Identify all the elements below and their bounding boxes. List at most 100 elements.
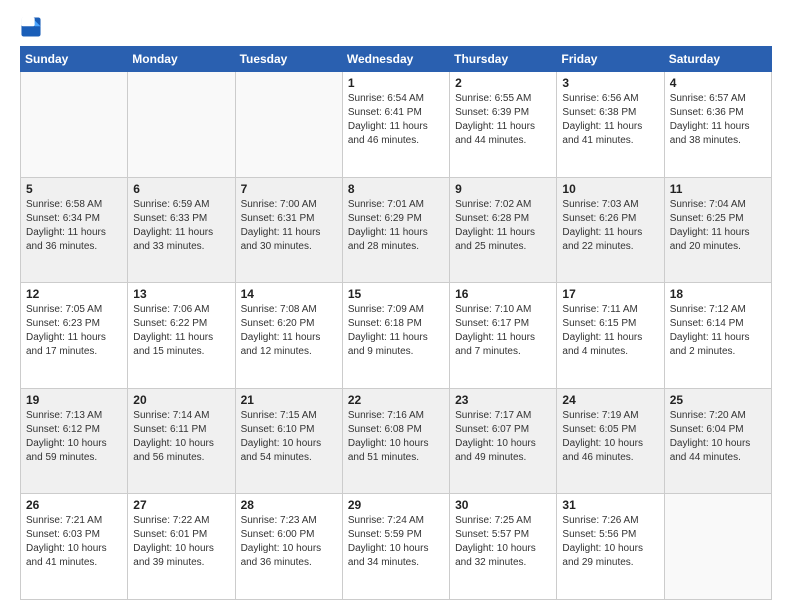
calendar-cell: 16 Sunrise: 7:10 AMSunset: 6:17 PMDayligh…	[450, 283, 557, 389]
calendar-week-row: 26 Sunrise: 7:21 AMSunset: 6:03 PMDayligh…	[21, 494, 772, 600]
day-info: Sunrise: 7:24 AMSunset: 5:59 PMDaylight:…	[348, 514, 444, 570]
calendar-cell: 19 Sunrise: 7:13 AMSunset: 6:12 PMDayligh…	[21, 388, 128, 494]
day-number: 19	[26, 393, 122, 407]
calendar-cell: 25 Sunrise: 7:20 AMSunset: 6:04 PMDayligh…	[664, 388, 771, 494]
day-number: 23	[455, 393, 551, 407]
day-info: Sunrise: 7:10 AMSunset: 6:17 PMDaylight:…	[455, 303, 551, 359]
header	[20, 16, 772, 38]
day-info: Sunrise: 7:00 AMSunset: 6:31 PMDaylight:…	[241, 198, 337, 254]
day-number: 24	[562, 393, 658, 407]
day-number: 4	[670, 76, 766, 90]
weekday-header-sunday: Sunday	[21, 47, 128, 72]
calendar-cell: 4 Sunrise: 6:57 AMSunset: 6:36 PMDaylight…	[664, 72, 771, 178]
calendar-week-row: 1 Sunrise: 6:54 AMSunset: 6:41 PMDaylight…	[21, 72, 772, 178]
day-number: 20	[133, 393, 229, 407]
day-number: 2	[455, 76, 551, 90]
calendar-cell: 26 Sunrise: 7:21 AMSunset: 6:03 PMDayligh…	[21, 494, 128, 600]
day-info: Sunrise: 7:04 AMSunset: 6:25 PMDaylight:…	[670, 198, 766, 254]
calendar-week-row: 5Sunrise: 6:58 AMSunset: 6:34 PMDaylight…	[21, 177, 772, 283]
weekday-header-thursday: Thursday	[450, 47, 557, 72]
day-number: 12	[26, 287, 122, 301]
day-info: Sunrise: 6:56 AMSunset: 6:38 PMDaylight:…	[562, 92, 658, 148]
calendar-cell: 27Sunrise: 7:22 AMSunset: 6:01 PMDayligh…	[128, 494, 235, 600]
calendar-cell: 21 Sunrise: 7:15 AMSunset: 6:10 PMDayligh…	[235, 388, 342, 494]
day-number: 8	[348, 182, 444, 196]
calendar-cell: 20 Sunrise: 7:14 AMSunset: 6:11 PMDayligh…	[128, 388, 235, 494]
day-info: Sunrise: 7:23 AMSunset: 6:00 PMDaylight:…	[241, 514, 337, 570]
weekday-header-monday: Monday	[128, 47, 235, 72]
calendar-cell: 23 Sunrise: 7:17 AMSunset: 6:07 PMDayligh…	[450, 388, 557, 494]
day-info: Sunrise: 6:58 AMSunset: 6:34 PMDaylight:…	[26, 198, 122, 254]
day-info: Sunrise: 7:26 AMSunset: 5:56 PMDaylight:…	[562, 514, 658, 570]
calendar-week-row: 19 Sunrise: 7:13 AMSunset: 6:12 PMDayligh…	[21, 388, 772, 494]
weekday-header-row: SundayMondayTuesdayWednesdayThursdayFrid…	[21, 47, 772, 72]
day-info: Sunrise: 7:20 AMSunset: 6:04 PMDaylight:…	[670, 409, 766, 465]
logo-icon	[20, 16, 42, 38]
day-info: Sunrise: 7:19 AMSunset: 6:05 PMDaylight:…	[562, 409, 658, 465]
day-info: Sunrise: 7:22 AMSunset: 6:01 PMDaylight:…	[133, 514, 229, 570]
calendar-cell: 18 Sunrise: 7:12 AMSunset: 6:14 PMDayligh…	[664, 283, 771, 389]
day-info: Sunrise: 7:02 AMSunset: 6:28 PMDaylight:…	[455, 198, 551, 254]
day-number: 18	[670, 287, 766, 301]
calendar-cell: 12Sunrise: 7:05 AMSunset: 6:23 PMDayligh…	[21, 283, 128, 389]
day-info: Sunrise: 7:17 AMSunset: 6:07 PMDaylight:…	[455, 409, 551, 465]
calendar-cell: 17 Sunrise: 7:11 AMSunset: 6:15 PMDayligh…	[557, 283, 664, 389]
calendar-cell: 30 Sunrise: 7:25 AMSunset: 5:57 PMDayligh…	[450, 494, 557, 600]
day-info: Sunrise: 6:54 AMSunset: 6:41 PMDaylight:…	[348, 92, 444, 148]
calendar-cell: 11 Sunrise: 7:04 AMSunset: 6:25 PMDayligh…	[664, 177, 771, 283]
calendar-cell: 13 Sunrise: 7:06 AMSunset: 6:22 PMDayligh…	[128, 283, 235, 389]
day-number: 25	[670, 393, 766, 407]
calendar-cell	[235, 72, 342, 178]
day-number: 16	[455, 287, 551, 301]
calendar-cell: 31 Sunrise: 7:26 AMSunset: 5:56 PMDayligh…	[557, 494, 664, 600]
day-info: Sunrise: 6:55 AMSunset: 6:39 PMDaylight:…	[455, 92, 551, 148]
weekday-header-friday: Friday	[557, 47, 664, 72]
calendar-cell: 29 Sunrise: 7:24 AMSunset: 5:59 PMDayligh…	[342, 494, 449, 600]
day-number: 15	[348, 287, 444, 301]
day-number: 1	[348, 76, 444, 90]
weekday-header-tuesday: Tuesday	[235, 47, 342, 72]
day-info: Sunrise: 6:57 AMSunset: 6:36 PMDaylight:…	[670, 92, 766, 148]
day-number: 21	[241, 393, 337, 407]
day-info: Sunrise: 6:59 AMSunset: 6:33 PMDaylight:…	[133, 198, 229, 254]
day-number: 30	[455, 498, 551, 512]
day-number: 28	[241, 498, 337, 512]
day-number: 14	[241, 287, 337, 301]
day-info: Sunrise: 7:06 AMSunset: 6:22 PMDaylight:…	[133, 303, 229, 359]
calendar-cell: 2 Sunrise: 6:55 AMSunset: 6:39 PMDaylight…	[450, 72, 557, 178]
calendar-cell: 24 Sunrise: 7:19 AMSunset: 6:05 PMDayligh…	[557, 388, 664, 494]
day-number: 10	[562, 182, 658, 196]
day-number: 22	[348, 393, 444, 407]
day-info: Sunrise: 7:14 AMSunset: 6:11 PMDaylight:…	[133, 409, 229, 465]
day-info: Sunrise: 7:13 AMSunset: 6:12 PMDaylight:…	[26, 409, 122, 465]
day-number: 29	[348, 498, 444, 512]
calendar-cell: 3Sunrise: 6:56 AMSunset: 6:38 PMDaylight…	[557, 72, 664, 178]
calendar-cell: 14 Sunrise: 7:08 AMSunset: 6:20 PMDayligh…	[235, 283, 342, 389]
weekday-header-saturday: Saturday	[664, 47, 771, 72]
logo	[20, 16, 46, 38]
calendar-cell	[128, 72, 235, 178]
weekday-header-wednesday: Wednesday	[342, 47, 449, 72]
day-info: Sunrise: 7:21 AMSunset: 6:03 PMDaylight:…	[26, 514, 122, 570]
day-info: Sunrise: 7:11 AMSunset: 6:15 PMDaylight:…	[562, 303, 658, 359]
calendar-cell	[21, 72, 128, 178]
calendar-cell: 22 Sunrise: 7:16 AMSunset: 6:08 PMDayligh…	[342, 388, 449, 494]
calendar-cell: 7 Sunrise: 7:00 AMSunset: 6:31 PMDaylight…	[235, 177, 342, 283]
calendar-cell: 15Sunrise: 7:09 AMSunset: 6:18 PMDayligh…	[342, 283, 449, 389]
day-number: 7	[241, 182, 337, 196]
day-number: 31	[562, 498, 658, 512]
calendar-cell: 10Sunrise: 7:03 AMSunset: 6:26 PMDayligh…	[557, 177, 664, 283]
day-info: Sunrise: 7:15 AMSunset: 6:10 PMDaylight:…	[241, 409, 337, 465]
day-number: 13	[133, 287, 229, 301]
day-number: 11	[670, 182, 766, 196]
day-info: Sunrise: 7:08 AMSunset: 6:20 PMDaylight:…	[241, 303, 337, 359]
day-number: 9	[455, 182, 551, 196]
day-info: Sunrise: 7:16 AMSunset: 6:08 PMDaylight:…	[348, 409, 444, 465]
calendar-cell: 1 Sunrise: 6:54 AMSunset: 6:41 PMDaylight…	[342, 72, 449, 178]
day-info: Sunrise: 7:12 AMSunset: 6:14 PMDaylight:…	[670, 303, 766, 359]
calendar-week-row: 12Sunrise: 7:05 AMSunset: 6:23 PMDayligh…	[21, 283, 772, 389]
day-number: 26	[26, 498, 122, 512]
calendar-cell: 9 Sunrise: 7:02 AMSunset: 6:28 PMDaylight…	[450, 177, 557, 283]
day-info: Sunrise: 7:25 AMSunset: 5:57 PMDaylight:…	[455, 514, 551, 570]
day-number: 17	[562, 287, 658, 301]
